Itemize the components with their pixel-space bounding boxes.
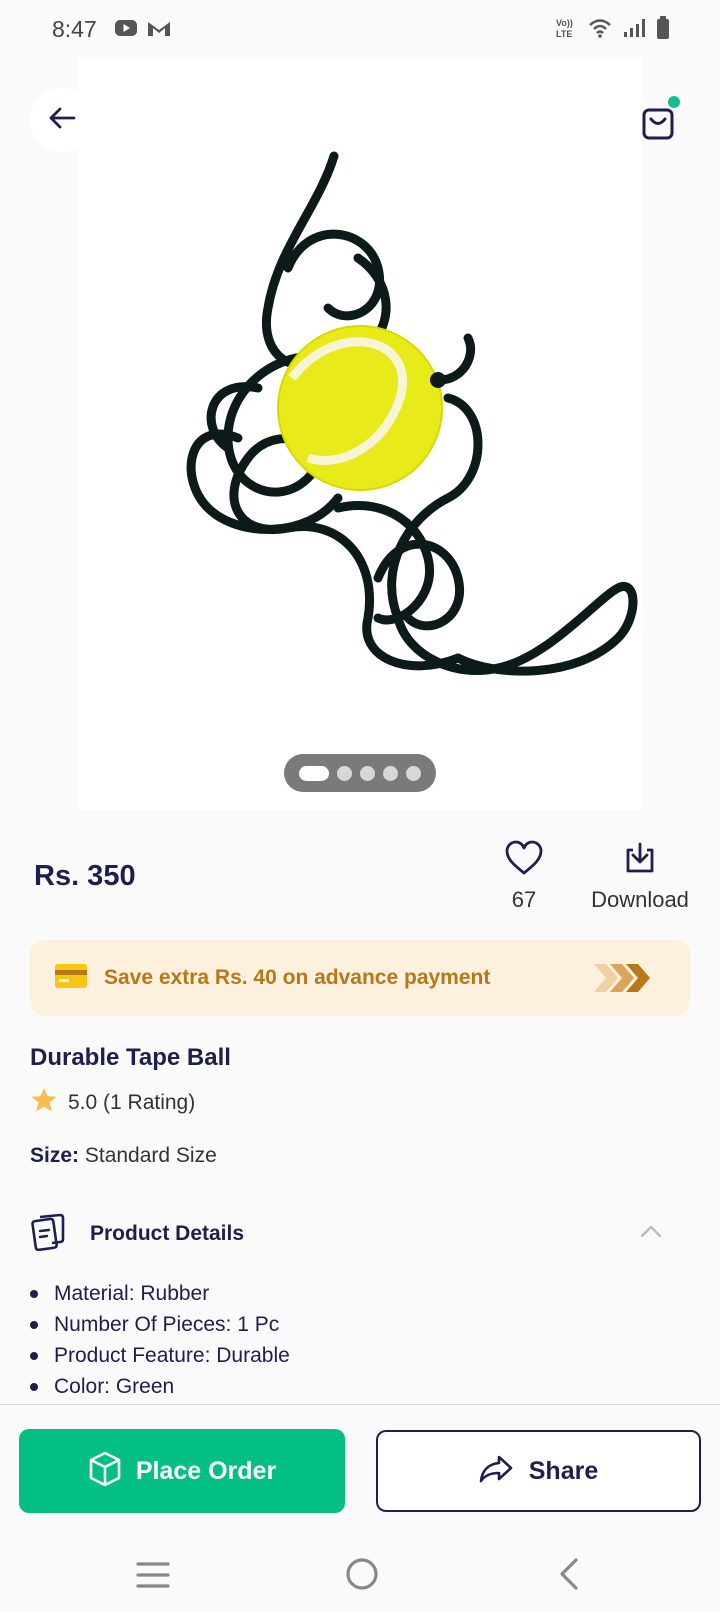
tennis-ball-on-rope-image <box>186 151 638 676</box>
advance-payment-banner[interactable]: Save extra Rs. 40 on advance payment <box>30 940 690 1016</box>
status-bar: 8:47 Vo)) LTE <box>0 0 720 60</box>
product-price: Rs. 350 <box>34 860 136 892</box>
status-time: 8:47 <box>52 16 97 42</box>
detail-text: Color: Green <box>54 1374 175 1398</box>
chevrons-right-icon <box>592 962 652 999</box>
bullet <box>30 1320 38 1329</box>
place-order-button[interactable]: Place Order <box>19 1429 345 1513</box>
product-details-header[interactable]: Product Details <box>30 1212 690 1256</box>
svg-text:Vo)): Vo)) <box>556 18 573 28</box>
divider <box>0 1404 720 1405</box>
credit-card-icon <box>54 963 88 994</box>
youtube-icon <box>114 18 138 43</box>
gmail-icon <box>146 18 172 43</box>
download-label: Download <box>591 887 689 912</box>
detail-text: Product Feature: Durable <box>54 1343 290 1367</box>
pagination-dot-active[interactable] <box>299 765 329 781</box>
size-value: Standard Size <box>84 1144 217 1167</box>
share-button[interactable]: Share <box>376 1430 701 1512</box>
detail-text: Material: Rubber <box>54 1281 210 1305</box>
list-item: Product Feature: Durable <box>30 1340 290 1371</box>
pagination-dot[interactable] <box>383 765 398 781</box>
status-app-icons <box>114 18 172 43</box>
rating-text: 5.0 (1 Rating) <box>68 1090 196 1114</box>
star-icon <box>30 1086 58 1119</box>
box-icon <box>88 1451 122 1492</box>
arrow-left-icon <box>46 102 78 139</box>
home-circle-icon[interactable] <box>344 1556 380 1597</box>
heart-icon <box>504 840 544 880</box>
battery-icon <box>656 16 670 45</box>
detail-text: Number Of Pieces: 1 Pc <box>54 1312 280 1336</box>
list-item: Material: Rubber <box>30 1278 290 1309</box>
svg-text:LTE: LTE <box>556 29 572 39</box>
download-button[interactable]: Download <box>580 840 700 913</box>
wifi-icon <box>588 17 612 44</box>
product-title: Durable Tape Ball <box>30 1044 231 1071</box>
pagination-dot[interactable] <box>337 765 352 781</box>
size-row: Size: Standard Size <box>30 1144 217 1168</box>
cart-button[interactable] <box>626 96 690 152</box>
back-button[interactable] <box>30 88 94 152</box>
chevron-up-icon[interactable] <box>640 1224 662 1243</box>
signal-icon <box>622 17 646 44</box>
download-icon <box>622 842 658 880</box>
list-item: Number Of Pieces: 1 Pc <box>30 1309 290 1340</box>
product-details-title: Product Details <box>90 1222 245 1245</box>
wishlist-count: 67 <box>511 887 537 912</box>
pagination-dot[interactable] <box>406 765 421 781</box>
wishlist-button[interactable]: 67 <box>496 840 552 913</box>
share-label: Share <box>528 1456 599 1485</box>
chevron-left-icon[interactable] <box>556 1556 582 1597</box>
volte-icon: Vo)) LTE <box>556 17 578 44</box>
shopping-bag-icon <box>640 102 676 147</box>
bullet <box>30 1382 38 1391</box>
bullet <box>30 1351 38 1360</box>
image-pagination[interactable] <box>284 754 436 792</box>
product-image[interactable] <box>78 58 642 810</box>
banner-text: Save extra Rs. 40 on advance payment <box>104 966 491 989</box>
place-order-label: Place Order <box>135 1456 277 1485</box>
system-nav-bar <box>0 1540 720 1612</box>
pagination-dot[interactable] <box>360 765 375 781</box>
bullet <box>30 1289 38 1298</box>
size-label: Size: <box>30 1144 80 1167</box>
list-item: Color: Green <box>30 1371 290 1402</box>
product-details-list: Material: Rubber Number Of Pieces: 1 Pc … <box>30 1278 290 1402</box>
cart-badge <box>668 96 680 108</box>
share-arrow-icon <box>479 1454 513 1489</box>
status-right-icons: Vo)) LTE <box>556 16 670 45</box>
rating-row: 5.0 (1 Rating) <box>30 1086 195 1119</box>
menu-icon[interactable] <box>136 1560 170 1595</box>
document-icon <box>30 1213 66 1256</box>
